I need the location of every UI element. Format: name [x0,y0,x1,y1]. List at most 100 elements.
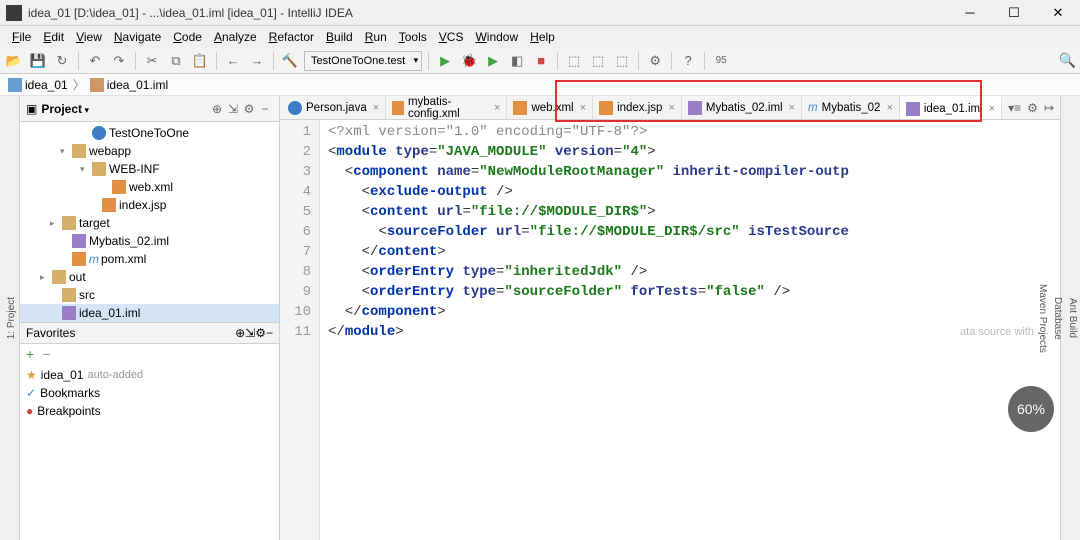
minimize-button[interactable]: ─ [948,0,992,26]
tab-list-icon[interactable]: ▾≡ [1008,101,1021,115]
menu-refactor[interactable]: Refactor [263,30,320,44]
collapse-icon[interactable]: ⇲ [225,102,241,116]
breadcrumb-file[interactable]: idea_01.iml [88,78,170,92]
debug-icon[interactable]: 🐞 [459,51,479,71]
paste-icon[interactable]: 📋 [190,51,210,71]
editor-tab[interactable]: Mybatis_02.iml× [682,96,802,119]
menu-view[interactable]: View [70,30,108,44]
tree-node[interactable]: Mybatis_02.iml [20,232,279,250]
tree-node[interactable]: ▸target [20,214,279,232]
forward-icon[interactable]: → [247,51,267,71]
tree-node[interactable]: web.xml [20,178,279,196]
hierarchy-icon[interactable]: ⬚ [588,51,608,71]
menu-build[interactable]: Build [320,30,359,44]
profile-icon[interactable]: ◧ [507,51,527,71]
tree-node[interactable]: index.jsp [20,196,279,214]
menu-window[interactable]: Window [469,30,524,44]
editor-tab[interactable]: web.xml× [507,96,593,119]
hide-icon[interactable]: − [257,102,273,116]
editor-tab[interactable]: Person.java× [282,96,386,119]
coverage-icon[interactable]: ▶ [483,51,503,71]
favorite-item[interactable]: ★idea_01auto-added [20,366,279,384]
open-icon[interactable]: 📂 [4,51,24,71]
tool-icon[interactable]: ⬚ [612,51,632,71]
fav-collapse-icon[interactable]: ⇲ [245,326,255,340]
back-icon[interactable]: ← [223,51,243,71]
menu-navigate[interactable]: Navigate [108,30,167,44]
tab-hide-icon[interactable]: ↦ [1044,101,1054,115]
project-view-selector[interactable]: Project [41,102,209,116]
breadcrumb-root[interactable]: idea_01 [6,78,70,92]
close-tab-icon[interactable]: × [580,102,586,114]
close-tab-icon[interactable]: × [494,102,500,114]
run-icon[interactable]: ▶ [435,51,455,71]
sync-icon[interactable]: ↻ [52,51,72,71]
redo-icon[interactable]: ↷ [109,51,129,71]
maximize-button[interactable]: ☐ [992,0,1036,26]
stop-icon[interactable]: ■ [531,51,551,71]
tree-node[interactable]: idea_01.iml [20,304,279,322]
close-button[interactable]: ✕ [1036,0,1080,26]
close-tab-icon[interactable]: × [886,102,892,114]
search-icon[interactable]: 🔍 [1059,52,1076,69]
editor-tab[interactable]: mybatis-config.xml× [386,96,507,119]
close-tab-icon[interactable]: × [789,102,795,114]
undo-icon[interactable]: ↶ [85,51,105,71]
tree-node[interactable]: ▸out [20,268,279,286]
menu-file[interactable]: File [6,30,37,44]
save-icon[interactable]: 💾 [28,51,48,71]
extra-icon[interactable]: 95 [711,51,731,71]
favorite-item[interactable]: ✓Bookmarks [20,384,279,402]
menu-run[interactable]: Run [359,30,393,44]
build-icon[interactable]: 🔨 [280,51,300,71]
fav-gear-icon[interactable]: ⚙ [255,326,266,340]
tree-node[interactable]: ▾webapp [20,142,279,160]
run-config-dropdown[interactable]: TestOneToOne.test [304,51,422,71]
menu-bar: FileEditViewNavigateCodeAnalyzeRefactorB… [0,26,1080,48]
i-folder-open-icon [72,144,86,158]
main-toolbar: 📂 💾 ↻ ↶ ↷ ✂ ⧉ 📋 ← → 🔨 TestOneToOne.test … [0,48,1080,74]
cut-icon[interactable]: ✂ [142,51,162,71]
favorite-item[interactable]: ●Breakpoints [20,402,279,420]
favorites-list: ★idea_01auto-added✓Bookmarks●Breakpoints [20,364,279,422]
settings-icon[interactable]: ⚙ [645,51,665,71]
add-favorite-icon[interactable]: + [26,346,34,362]
tree-node[interactable]: mpom.xml [20,250,279,268]
i-folder-icon [62,216,76,230]
menu-help[interactable]: Help [524,30,561,44]
fav-hide-icon[interactable]: − [266,326,273,340]
structure-icon[interactable]: ⬚ [564,51,584,71]
tree-node[interactable]: TestOneToOne [20,124,279,142]
i-folder-open-icon [92,162,106,176]
editor-tab[interactable]: mMybatis_02× [802,96,900,119]
window-title: idea_01 [D:\idea_01] - ...\idea_01.iml [… [28,6,948,20]
menu-edit[interactable]: Edit [37,30,70,44]
i-folder-icon [62,288,76,302]
help-icon[interactable]: ? [678,51,698,71]
editor-content[interactable]: <?xml version="1.0" encoding="UTF-8"?><m… [320,120,1060,540]
editor-area: Person.java×mybatis-config.xml×web.xml×i… [280,96,1060,540]
close-tab-icon[interactable]: × [989,103,995,115]
tree-node[interactable]: src [20,286,279,304]
favorites-toolbar: + − [20,344,279,364]
editor-tab[interactable]: idea_01.iml× [900,96,1002,119]
menu-vcs[interactable]: VCS [433,30,470,44]
fav-expand-icon[interactable]: ⊕ [235,326,245,340]
menu-tools[interactable]: Tools [393,30,433,44]
editor-tab[interactable]: index.jsp× [593,96,682,119]
remove-favorite-icon[interactable]: − [42,346,50,362]
iml-icon [90,78,104,92]
rail-project[interactable]: 1: Project [4,289,19,347]
tab-gear-icon[interactable]: ⚙ [1027,101,1038,115]
menu-code[interactable]: Code [167,30,208,44]
close-tab-icon[interactable]: × [373,102,379,114]
scroll-from-icon[interactable]: ⊕ [209,102,225,116]
rail-antbuild[interactable]: Ant Build [1065,290,1080,346]
copy-icon[interactable]: ⧉ [166,51,186,71]
editor-tab-bar: Person.java×mybatis-config.xml×web.xml×i… [280,96,1060,120]
menu-analyze[interactable]: Analyze [208,30,263,44]
rail-structure[interactable]: 7: Structure [0,284,4,352]
tree-node[interactable]: ▾WEB-INF [20,160,279,178]
gear-icon[interactable]: ⚙ [241,102,257,116]
close-tab-icon[interactable]: × [668,102,674,114]
